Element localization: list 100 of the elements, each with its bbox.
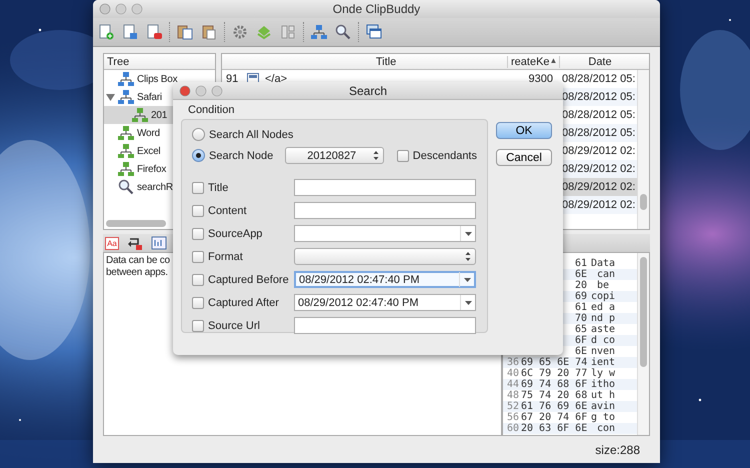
- checkbox[interactable]: [192, 250, 204, 262]
- cancel-button[interactable]: Cancel: [496, 149, 552, 166]
- windows-icon[interactable]: [366, 24, 382, 40]
- text-line: between apps.: [106, 266, 168, 278]
- delete-document-icon[interactable]: [146, 24, 162, 40]
- hex-text: ut h: [591, 390, 616, 401]
- hex-text: aste: [591, 324, 616, 335]
- radio-button[interactable]: [192, 149, 205, 162]
- hex-bytes: 20: [574, 280, 587, 291]
- hex-bytes: 70: [574, 313, 587, 324]
- checkbox[interactable]: [192, 228, 204, 240]
- column-header[interactable]: reateKe▲: [508, 56, 560, 68]
- hex-bytes: 6F: [574, 335, 587, 346]
- hex-text: g to: [591, 412, 616, 423]
- checkbox-label: Title: [208, 182, 228, 194]
- new-document-icon[interactable]: [98, 24, 114, 40]
- checkbox[interactable]: [192, 204, 204, 216]
- ok-button[interactable]: OK: [496, 122, 552, 139]
- hex-text: be: [596, 280, 610, 291]
- combo-box[interactable]: 08/29/2012 02:47:40 PM: [294, 271, 476, 288]
- column-header[interactable]: Tree: [104, 56, 130, 68]
- checkbox[interactable]: [192, 274, 204, 286]
- dropdown-arrow-icon: [464, 278, 470, 282]
- table-cell: 08/28/2012 05:: [562, 91, 636, 103]
- scrollbar-thumb[interactable]: [106, 220, 166, 227]
- hex-text: itho: [591, 379, 616, 390]
- offset-label: 44: [506, 379, 519, 390]
- table-cell: </a>: [265, 73, 288, 85]
- scrollbar-thumb[interactable]: [640, 257, 647, 367]
- input-field[interactable]: [294, 317, 476, 334]
- column-header[interactable]: Title: [265, 56, 508, 68]
- table-cell: 08/29/2012 02:: [562, 181, 636, 193]
- wrap-icon[interactable]: [127, 236, 143, 250]
- input-field[interactable]: [294, 179, 476, 196]
- hex-bytes: 75 74 20 68: [521, 390, 588, 401]
- offset-label: 40: [506, 368, 519, 379]
- combo-box[interactable]: [294, 225, 476, 242]
- table-cell: 91: [226, 73, 238, 85]
- hex-text: can: [596, 269, 616, 280]
- hex-bytes: 69 74 68 6F: [521, 379, 588, 390]
- hex-bytes: 69 65 6E 74: [521, 357, 588, 368]
- table-cell: 08/28/2012 05:: [562, 109, 636, 121]
- hex-bytes: 65: [574, 324, 587, 335]
- combo-box[interactable]: 08/29/2012 02:47:40 PM: [294, 294, 476, 311]
- radio-button[interactable]: [192, 128, 205, 141]
- radio-label: Search All Nodes: [209, 128, 293, 140]
- scrollbar-thumb[interactable]: [640, 194, 647, 210]
- popup-button[interactable]: [294, 248, 476, 265]
- column-header[interactable]: Date: [560, 56, 640, 68]
- hex-bytes: 6C 79 20 77: [521, 368, 588, 379]
- offset-label: 56: [506, 412, 519, 423]
- hex-text: ed a: [591, 302, 616, 313]
- hex-text: ient: [591, 357, 616, 368]
- window-controls[interactable]: [99, 3, 145, 15]
- font-button[interactable]: Aa: [105, 236, 119, 250]
- search-icon[interactable]: [335, 24, 351, 40]
- offset-label: 60: [506, 423, 519, 434]
- checkbox[interactable]: [192, 296, 204, 308]
- table-cell: 9300: [528, 73, 553, 85]
- hex-bytes: 61: [574, 302, 587, 313]
- stepper-arrows-icon: [373, 150, 380, 161]
- hex-text: Data: [591, 258, 616, 269]
- dropdown-arrow-icon: [464, 232, 472, 236]
- checkbox-label: Descendants: [412, 150, 477, 162]
- checkbox[interactable]: [192, 182, 204, 194]
- hex-text: d co: [591, 335, 616, 346]
- window-title: Onde ClipBuddy: [332, 2, 422, 16]
- hex-bytes: 61 76 69 6E: [521, 401, 588, 412]
- checkbox[interactable]: [192, 320, 204, 332]
- network-icon[interactable]: [311, 24, 327, 40]
- table-cell: 08/29/2012 02:: [562, 199, 636, 211]
- hex-text: nven: [591, 346, 616, 357]
- hex-bytes: 6E: [574, 269, 587, 280]
- table-cell: 08/29/2012 02:: [562, 145, 636, 157]
- checkbox-label: SourceApp: [208, 228, 262, 240]
- tree-item[interactable]: Clips Box: [104, 70, 215, 88]
- paste-icon[interactable]: [201, 24, 217, 40]
- disclosure-triangle-icon[interactable]: [106, 92, 115, 102]
- hex-text: copi: [591, 291, 616, 302]
- hex-text: con: [596, 423, 616, 434]
- window-controls[interactable]: [179, 84, 225, 96]
- gear-icon[interactable]: [232, 24, 248, 40]
- offset-label: 52: [506, 401, 519, 412]
- hex-text: ly w: [591, 368, 616, 379]
- hex-bytes: 67 20 74 6F: [521, 412, 588, 423]
- table-cell: 08/29/2012 02:: [562, 163, 636, 175]
- node-popup-button[interactable]: 20120827: [285, 147, 384, 164]
- checkbox-label: Format: [208, 250, 243, 262]
- text-line: Data can be co: [106, 255, 170, 266]
- checkbox-label: Content: [208, 204, 247, 216]
- checkbox-label: Source Url: [208, 320, 260, 332]
- radio-label: Search Node: [209, 150, 274, 162]
- table-cell: 08/28/2012 05:: [562, 127, 636, 139]
- table-cell: 08/28/2012 05:: [562, 73, 636, 85]
- checkbox-label: Captured Before: [208, 274, 289, 286]
- copy-icon[interactable]: [177, 24, 193, 40]
- columns-icon[interactable]: [280, 24, 296, 40]
- checkbox[interactable]: [396, 150, 409, 162]
- dropdown-arrow-icon: [464, 300, 472, 304]
- input-field[interactable]: [294, 202, 476, 219]
